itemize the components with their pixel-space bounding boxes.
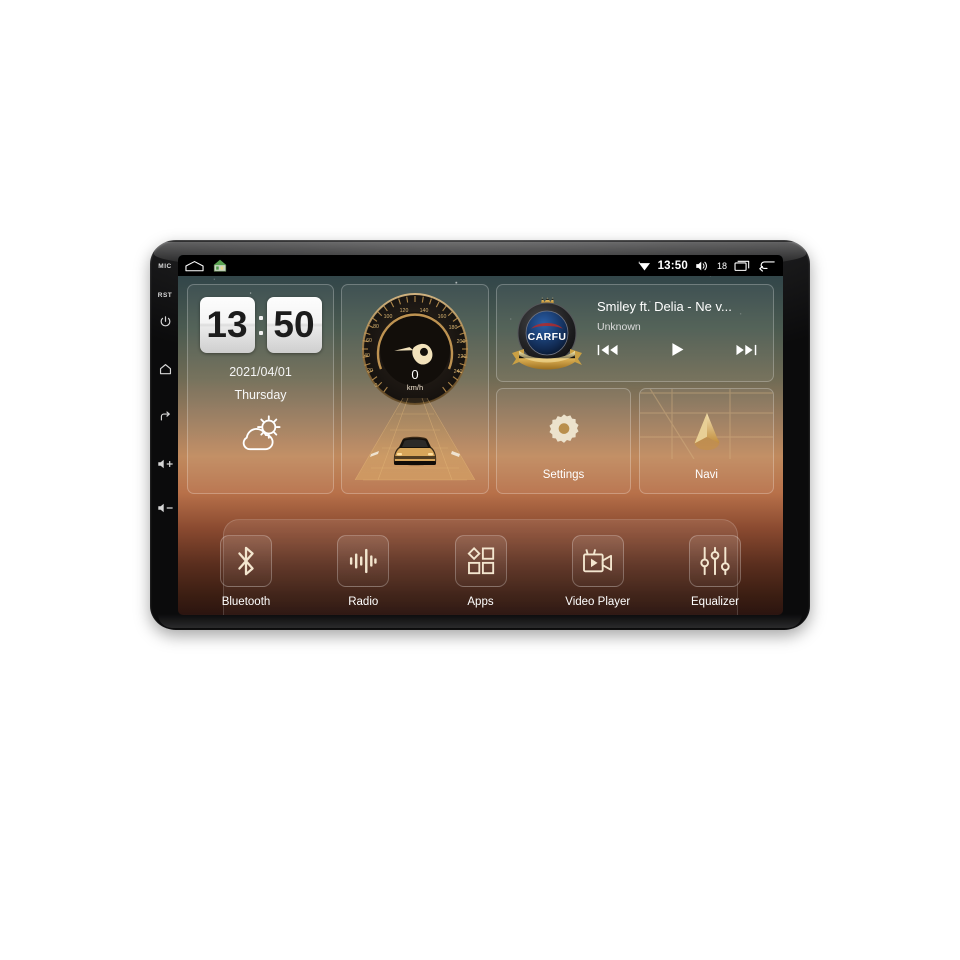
recents-icon[interactable] (734, 259, 751, 272)
dock-label: Equalizer (691, 596, 739, 608)
settings-tile[interactable]: Settings (496, 388, 631, 494)
apps-grid-icon (454, 535, 507, 587)
clock-minutes: 50 (266, 297, 322, 353)
gear-icon (497, 411, 630, 449)
next-icon[interactable] (735, 342, 757, 358)
clock-colon (258, 315, 264, 335)
clock-weekday: Thursday (234, 388, 287, 402)
svg-text:160: 160 (438, 314, 447, 320)
clock-hours: 13 (199, 297, 255, 353)
dock-item-bluetooth[interactable]: Bluetooth (202, 535, 290, 608)
volume-level: 18 (716, 260, 727, 271)
svg-text:180: 180 (449, 325, 458, 331)
touchscreen[interactable]: 13:50 18 13 50 2021/04/01 Thursday 0 20 … (178, 255, 783, 615)
navi-tile[interactable]: Navi (639, 388, 774, 494)
dock-label: Radio (348, 596, 379, 608)
media-title: Smiley ft. Delia - Ne v... (597, 299, 732, 314)
media-player-widget[interactable]: CARFU Smiley ft. Delia - Ne v... Unknown (496, 284, 774, 382)
home-icon[interactable] (158, 362, 173, 376)
bezel-mic-button[interactable]: MIC (158, 263, 171, 270)
clock-weather-widget[interactable]: 13 50 2021/04/01 Thursday (187, 284, 334, 494)
svg-text:220: 220 (458, 354, 467, 360)
svg-text:100: 100 (384, 314, 393, 320)
svg-text:200: 200 (457, 339, 466, 345)
partly-cloudy-icon[interactable] (235, 413, 287, 460)
navigation-arrow-icon (640, 411, 773, 453)
power-icon[interactable] (159, 315, 172, 328)
dock-item-apps[interactable]: Apps (437, 535, 525, 608)
equalizer-sliders-icon (689, 535, 741, 587)
dock-label: Apps (467, 596, 494, 608)
clock-date: 2021/04/01 (229, 365, 292, 379)
bluetooth-icon (220, 535, 272, 587)
volume-down-icon[interactable] (157, 502, 174, 514)
volume-up-icon[interactable] (157, 458, 174, 470)
car-head-unit-device: MIC RST 13:50 18 13 50 2021/04/01 Thursd… (150, 240, 810, 630)
svg-text:80: 80 (373, 324, 379, 330)
navi-tile-label: Navi (694, 469, 718, 481)
speed-value: 0 (411, 367, 419, 382)
dock-label: Bluetooth (221, 596, 271, 608)
dock-item-video-player[interactable]: Video Player (554, 535, 642, 608)
media-artist: Unknown (597, 321, 641, 333)
green-house-icon[interactable] (213, 259, 227, 272)
settings-tile-label: Settings (542, 469, 585, 481)
road-car-graphic (345, 392, 485, 489)
speed-unit: km/h (406, 383, 424, 392)
arch-home-icon[interactable] (185, 260, 204, 272)
wifi-signal-icon (638, 260, 651, 272)
home-screen-content: 13 50 2021/04/01 Thursday 0 20 40 60 80 … (178, 276, 783, 615)
carfu-badge-logo: CARFU (509, 291, 585, 380)
bezel-reset-button[interactable]: RST (158, 292, 173, 299)
back-icon[interactable] (758, 259, 776, 272)
svg-text:40: 40 (364, 353, 370, 359)
radio-waves-icon (337, 535, 390, 587)
camcorder-icon (571, 535, 624, 587)
volume-icon[interactable] (695, 260, 710, 272)
dock-item-radio[interactable]: Radio (319, 535, 407, 608)
play-icon[interactable] (669, 341, 686, 358)
dock-items: Bluetooth Radio Apps Video Player Equali… (188, 535, 773, 608)
svg-text:60: 60 (366, 338, 372, 344)
bezel-button-strip: MIC RST (150, 240, 180, 630)
previous-icon[interactable] (597, 342, 619, 358)
svg-text:CARFU: CARFU (528, 331, 567, 343)
speedometer-widget[interactable]: 0 20 40 60 80 100 120 140 160 180 200 220 240 (341, 284, 489, 494)
dock-item-equalizer[interactable]: Equalizer (671, 535, 759, 608)
back-icon[interactable] (158, 410, 173, 424)
flip-clock: 13 50 (199, 297, 322, 353)
dock-label: Video Player (565, 596, 631, 608)
status-time: 13:50 (657, 259, 688, 272)
media-controls (597, 341, 757, 358)
status-bar: 13:50 18 (178, 255, 783, 276)
app-dock: Bluetooth Radio Apps Video Player Equali… (220, 519, 741, 615)
